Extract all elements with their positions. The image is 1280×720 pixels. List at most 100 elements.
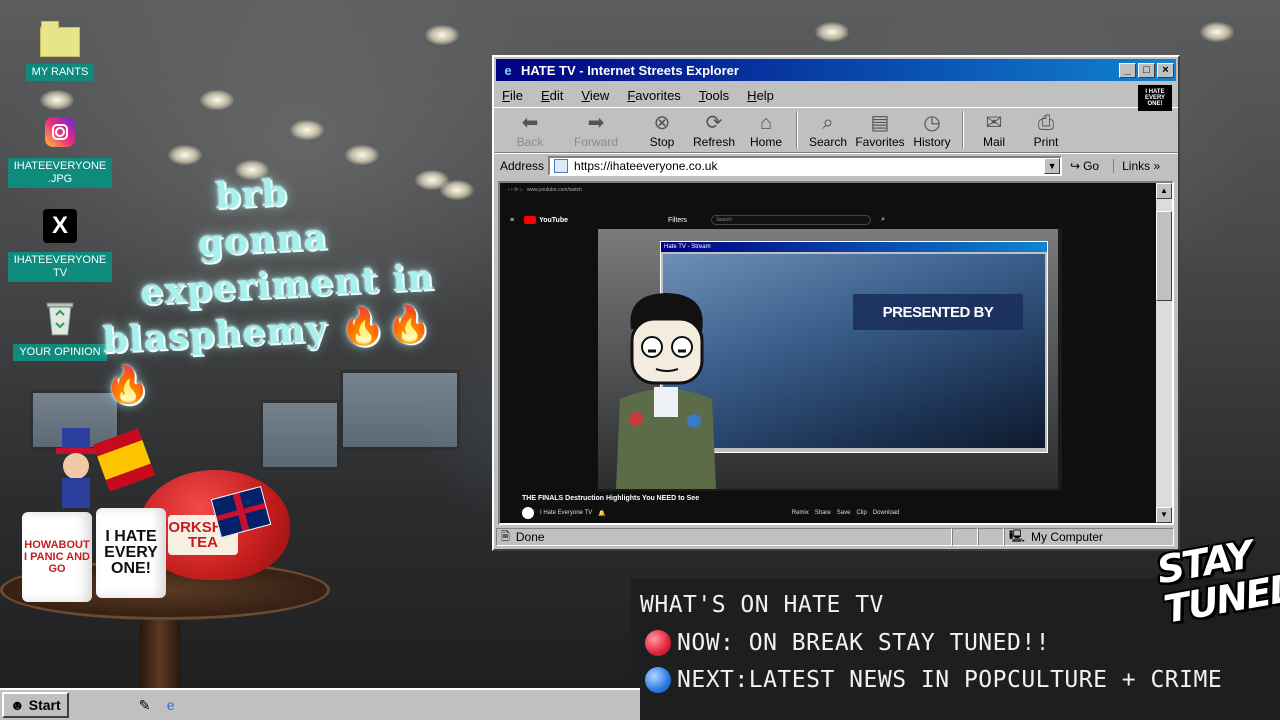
youtube-header: ≡ YouTube Filters Search ⌕	[500, 211, 1172, 229]
menu-tools[interactable]: Tools	[699, 88, 729, 103]
back-button[interactable]: ⬅ Back	[504, 111, 556, 149]
filters-button[interactable]: Filters	[668, 217, 687, 224]
start-avatar-icon: ☻	[10, 697, 25, 713]
search-button[interactable]: ⌕ Search	[802, 111, 854, 149]
browser-window[interactable]: e HATE TV - Internet Streets Explorer _ …	[492, 55, 1180, 551]
mail-button[interactable]: ✉ Mail	[968, 111, 1020, 149]
background-monitor	[260, 400, 340, 470]
toolbar-label: Refresh	[692, 135, 736, 149]
scroll-down-arrow[interactable]: ▼	[1156, 507, 1172, 523]
video-title[interactable]: THE FINALS Destruction Highlights You NE…	[522, 495, 699, 502]
channel-avatar[interactable]	[522, 507, 534, 519]
browser-toolbar: ⬅ Back ➡ Forward ⊗ Stop ⟳ Refresh ⌂ Home ⌕ Sea…	[494, 107, 1178, 153]
menu-view[interactable]: View	[581, 88, 609, 103]
youtube-logo-text: YouTube	[539, 216, 568, 224]
inner-browser-chrome: ‹ › ⟳ ⌂ www.youtube.com/watch	[508, 187, 582, 193]
next-indicator-icon	[645, 667, 671, 693]
menu-file[interactable]: File	[502, 88, 523, 103]
go-arrow-icon: ↪	[1070, 158, 1081, 173]
clip-button[interactable]: Clip	[856, 510, 866, 516]
print-button[interactable]: ⎙ Print	[1020, 111, 1072, 149]
menu-favorites[interactable]: Favorites	[627, 88, 680, 103]
zone-cell: 🖳 My Computer	[1004, 528, 1174, 546]
youtube-search-input[interactable]: Search	[711, 215, 872, 225]
forward-button[interactable]: ➡ Forward	[570, 111, 622, 149]
desktop-icon-my-rants[interactable]: MY RANTS	[12, 18, 108, 81]
home-button[interactable]: ⌂ Home	[740, 111, 792, 149]
video-player[interactable]: Hate TV - Stream PRESENTED BY	[598, 229, 1062, 491]
toolbar-label: History	[913, 135, 951, 149]
favorites-button[interactable]: ▤ Favorites	[854, 111, 906, 149]
page-icon	[554, 158, 569, 173]
toolbar-label: Print	[1033, 135, 1059, 149]
channel-row: I Hate Everyone TV 🔔 Remix Share Save Cl…	[522, 507, 899, 519]
menu-bar: File Edit View Favorites Tools Help I HA…	[494, 83, 1178, 111]
notepad-icon[interactable]: ✎	[135, 695, 155, 715]
history-button[interactable]: ◷ History	[906, 111, 958, 149]
chevron-down-icon[interactable]: ▼	[1044, 157, 1061, 174]
address-input[interactable]: https://ihateeveryone.co.uk ▼	[548, 155, 1063, 176]
recycle-bin-icon	[40, 298, 80, 338]
go-button[interactable]: ↪ Go	[1070, 159, 1099, 173]
links-label: Links	[1122, 158, 1151, 173]
minimize-button[interactable]: _	[1119, 62, 1136, 78]
desktop-icon-label: MY RANTS	[25, 64, 95, 81]
save-button[interactable]: Save	[837, 510, 851, 516]
menu-edit[interactable]: Edit	[541, 88, 563, 103]
ceiling-light	[168, 145, 202, 165]
window-titlebar[interactable]: e HATE TV - Internet Streets Explorer _ …	[496, 59, 1176, 81]
mini-desktop: Hate TV - Stream PRESENTED BY	[598, 229, 1058, 489]
taskbar: ☻ Start ✎ e	[0, 688, 640, 720]
now-text: NOW: ON BREAK STAY TUNED!!	[677, 630, 1051, 656]
next-row: NEXT:LATEST NEWS IN POPCULTURE + CRIME	[645, 667, 1222, 693]
scroll-thumb[interactable]	[1156, 211, 1172, 301]
folder-icon	[40, 18, 80, 58]
home-icon: ⌂	[759, 112, 773, 134]
maximize-button[interactable]: □	[1138, 62, 1155, 78]
page-status-icon: 🗎	[501, 530, 510, 543]
brand-badge: I HATE EVERY ONE!	[1138, 85, 1172, 111]
search-icon[interactable]: ⌕	[881, 216, 885, 224]
ceiling-light	[1200, 22, 1234, 42]
ticker-heading: WHAT'S ON HATE TV	[640, 592, 884, 618]
ie-quicklaunch-icon[interactable]: e	[161, 695, 181, 715]
bell-icon[interactable]: 🔔	[598, 510, 605, 517]
computer-icon: 🖳	[1009, 528, 1026, 543]
favorites-icon: ▤	[870, 112, 890, 134]
address-bar: Address https://ihateeveryone.co.uk ▼ ↪ G…	[494, 153, 1178, 177]
hamburger-icon[interactable]: ≡	[510, 217, 514, 224]
back-arrow-icon: ⬅	[521, 112, 539, 134]
menu-help[interactable]: Help	[747, 88, 774, 103]
ceiling-light	[40, 90, 74, 110]
close-button[interactable]: ×	[1157, 62, 1174, 78]
toolbar-label: Home	[749, 135, 782, 149]
channel-name[interactable]: I Hate Everyone TV	[540, 510, 592, 516]
desktop-icon-instagram[interactable]: IHATEEVERYONE .JPG	[7, 112, 113, 188]
window-title: HATE TV - Internet Streets Explorer	[521, 62, 739, 78]
refresh-button[interactable]: ⟳ Refresh	[688, 111, 740, 149]
ceiling-light	[200, 90, 234, 110]
ceiling-light	[425, 25, 459, 45]
start-button[interactable]: ☻ Start	[2, 692, 69, 718]
mug-i-hate-everyone: I HATE EVERY ONE!	[96, 508, 166, 598]
cartoon-avatar	[616, 293, 716, 489]
links-button[interactable]: Links »	[1113, 158, 1160, 173]
youtube-logo[interactable]: YouTube	[524, 216, 568, 224]
share-button[interactable]: Share	[815, 510, 831, 516]
vertical-scrollbar[interactable]: ▲ ▼	[1156, 183, 1172, 523]
start-label: Start	[28, 697, 61, 713]
uncle-sam-figure	[56, 428, 96, 508]
ceiling-light	[345, 145, 379, 165]
remix-button[interactable]: Remix	[792, 510, 809, 516]
status-bar: 🗎 Done 🖳 My Computer	[496, 527, 1176, 547]
now-row: NOW: ON BREAK STAY TUNED!!	[645, 630, 1050, 656]
ceiling-light	[290, 120, 324, 140]
download-button[interactable]: Download	[873, 510, 900, 516]
stop-button[interactable]: ⊗ Stop	[636, 111, 688, 149]
refresh-icon: ⟳	[705, 112, 723, 134]
toolbar-label: Back	[516, 135, 544, 149]
stream-window-title: Hate TV - Stream	[661, 242, 1047, 252]
next-text: NEXT:LATEST NEWS IN POPCULTURE + CRIME	[677, 667, 1223, 693]
scroll-up-arrow[interactable]: ▲	[1156, 183, 1172, 199]
browser-content[interactable]: ‹ › ⟳ ⌂ www.youtube.com/watch ≡ YouTube …	[498, 181, 1174, 525]
